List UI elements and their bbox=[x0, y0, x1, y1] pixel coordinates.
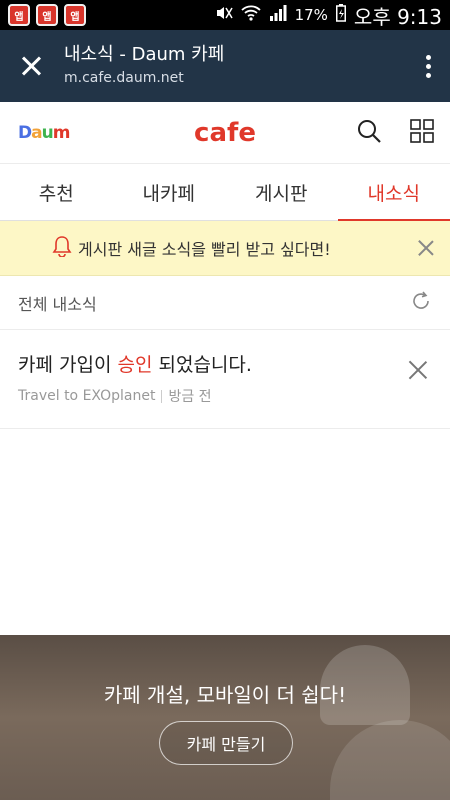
tab-my-cafe[interactable]: 내카페 bbox=[113, 164, 226, 220]
notification-banner[interactable]: 게시판 새글 소식을 빨리 받고 싶다면! bbox=[0, 221, 450, 276]
page-title-block: 내소식 - Daum 카페 m.cafe.daum.net bbox=[64, 43, 418, 89]
battery-percent: 17% bbox=[294, 6, 328, 24]
notice-time: 방금 전 bbox=[168, 389, 212, 405]
banner-close-icon[interactable] bbox=[416, 238, 436, 258]
promo-text: 카페 개설, 모바일이 더 쉽다! bbox=[103, 683, 347, 707]
tab-my-news[interactable]: 내소식 bbox=[337, 164, 450, 221]
notification-icons: 앱 앱 앱 bbox=[8, 4, 86, 26]
bell-icon bbox=[52, 235, 72, 261]
close-icon[interactable] bbox=[18, 53, 44, 79]
lamp-image bbox=[330, 720, 450, 800]
delete-notice-icon[interactable] bbox=[406, 358, 430, 382]
list-item[interactable]: 카페 가입이 승인 되었습니다. Travel to EXOplanet 방금 … bbox=[0, 330, 450, 429]
signal-icon bbox=[269, 5, 287, 25]
app-notification-icon: 앱 bbox=[36, 4, 58, 26]
mute-icon bbox=[215, 5, 233, 25]
battery-icon bbox=[335, 4, 346, 26]
app-notification-icon: 앱 bbox=[8, 4, 30, 26]
more-options-icon[interactable] bbox=[418, 54, 438, 78]
notice-title: 카페 가입이 승인 되었습니다. bbox=[18, 354, 252, 376]
page-url: m.cafe.daum.net bbox=[64, 70, 184, 86]
main-tabs: 추천 내카페 게시판 내소식 bbox=[0, 164, 450, 221]
notice-highlight: 승인 bbox=[117, 354, 153, 376]
search-icon[interactable] bbox=[356, 118, 382, 148]
wifi-icon bbox=[240, 5, 261, 25]
status-indicators: 17% 오후 9:13 bbox=[215, 1, 442, 30]
status-bar: 앱 앱 앱 17% 오후 9:13 bbox=[0, 0, 450, 30]
cafe-name: Travel to EXOplanet bbox=[18, 388, 156, 404]
notice-meta: Travel to EXOplanet 방금 전 bbox=[18, 386, 432, 406]
grid-menu-icon[interactable] bbox=[410, 118, 434, 147]
cafe-header: Daum cafe bbox=[0, 102, 450, 164]
banner-text: 게시판 새글 소식을 빨리 받고 싶다면! bbox=[78, 240, 331, 259]
section-header: 전체 내소식 bbox=[0, 276, 450, 330]
daum-logo[interactable]: Daum bbox=[18, 123, 70, 143]
page-title: 내소식 - Daum 카페 bbox=[64, 44, 225, 65]
tab-recommended[interactable]: 추천 bbox=[0, 164, 113, 220]
refresh-icon[interactable] bbox=[410, 290, 432, 316]
divider bbox=[161, 389, 163, 403]
tab-board[interactable]: 게시판 bbox=[225, 164, 338, 220]
promo-banner: 카페 개설, 모바일이 더 쉽다! 카페 만들기 bbox=[0, 635, 450, 800]
section-title: 전체 내소식 bbox=[18, 294, 97, 314]
clock: 오후 9:13 bbox=[353, 4, 442, 29]
create-cafe-button[interactable]: 카페 만들기 bbox=[159, 721, 293, 765]
browser-titlebar: 내소식 - Daum 카페 m.cafe.daum.net bbox=[0, 30, 450, 102]
app-notification-icon: 앱 bbox=[64, 4, 86, 26]
